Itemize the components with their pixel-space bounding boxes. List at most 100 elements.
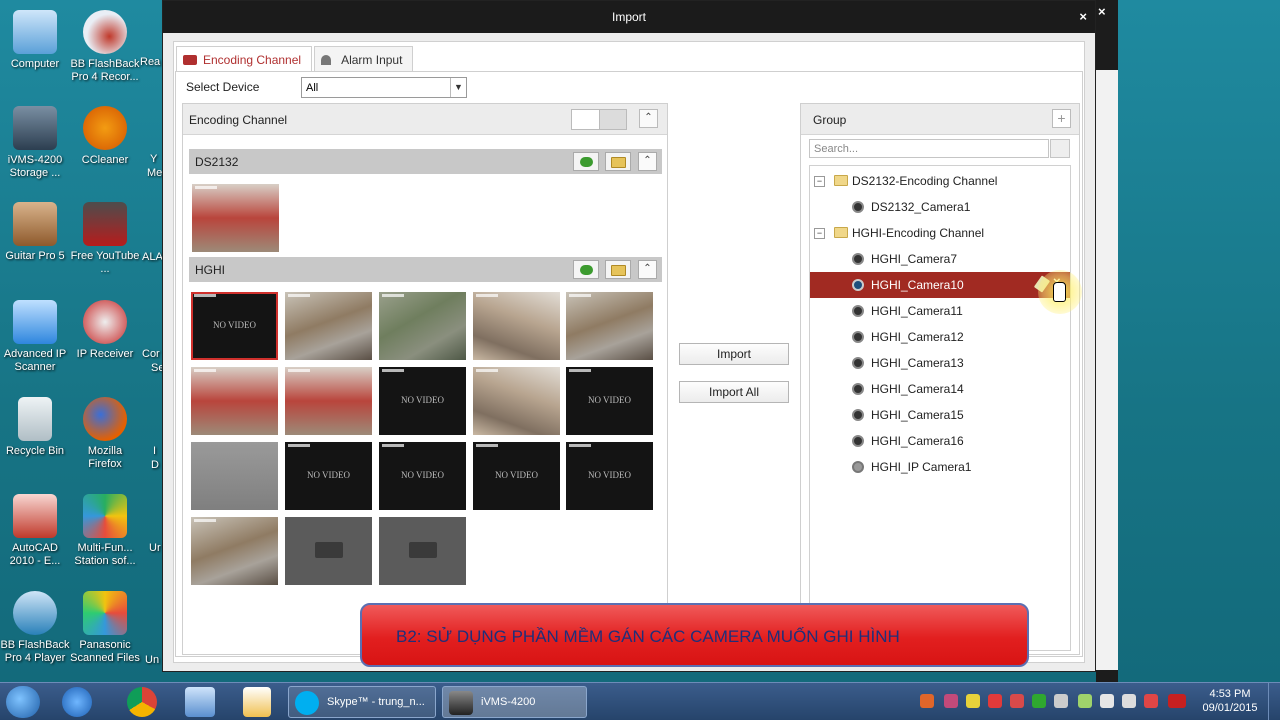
tree-item-camera-selected[interactable]: HGHI_Camera10 × — [810, 272, 1070, 298]
import-button[interactable]: Import — [679, 343, 789, 365]
chevron-down-icon[interactable]: ▼ — [450, 78, 466, 97]
tree-item-camera[interactable]: HGHI_Camera14 — [810, 376, 1070, 402]
folder-add-icon[interactable] — [605, 260, 631, 279]
channel-thumbnail[interactable] — [191, 517, 278, 585]
internet-explorer-icon[interactable] — [62, 687, 92, 717]
desktop-icon-panasonic[interactable]: Panasonic Scanned Files — [70, 591, 140, 665]
tree-label: HGHI_Camera15 — [871, 408, 964, 422]
tray-app-icon[interactable] — [1032, 694, 1046, 708]
desktop-icon-ivms-storage[interactable]: iVMS-4200 Storage ... — [0, 106, 70, 180]
tree-group-ds2132[interactable]: − DS2132-Encoding Channel — [810, 168, 1070, 194]
tray-app-icon[interactable] — [988, 694, 1002, 708]
taskbar-skype[interactable]: Skype™ - trung_n... — [288, 686, 436, 718]
network-icon[interactable] — [1078, 694, 1092, 708]
channel-thumbnail[interactable] — [192, 184, 279, 252]
control-panel-icon[interactable] — [185, 687, 215, 717]
desktop-icon-multifunction[interactable]: Multi-Fun... Station sof... — [70, 494, 140, 568]
folder-add-icon[interactable] — [605, 152, 631, 171]
tree-item-camera[interactable]: DS2132_Camera1 — [810, 194, 1070, 220]
tree-item-camera[interactable]: HGHI_Camera11 — [810, 298, 1070, 324]
channel-thumbnail[interactable]: NO VIDEO — [566, 367, 653, 435]
desktop-icon-ip-scanner[interactable]: Advanced IP Scanner — [0, 300, 70, 374]
channel-thumbnail[interactable] — [379, 292, 466, 360]
channel-thumbnail[interactable]: NO VIDEO — [379, 367, 466, 435]
channel-thumbnail[interactable] — [191, 442, 278, 510]
tray-app-icon[interactable] — [920, 694, 934, 708]
tree-label: HGHI_Camera12 — [871, 330, 964, 344]
list-view-icon[interactable] — [572, 110, 600, 129]
channel-thumbnail[interactable]: NO VIDEO — [473, 442, 560, 510]
tree-item-camera[interactable]: HGHI_Camera15 — [810, 402, 1070, 428]
tray-app-icon[interactable] — [944, 694, 958, 708]
tree-item-camera[interactable]: HGHI_Camera13 — [810, 350, 1070, 376]
tray-app-icon[interactable] — [1010, 694, 1024, 708]
tree-item-ip-camera[interactable]: HGHI_IP Camera1 — [810, 454, 1070, 480]
channel-thumbnail[interactable] — [379, 517, 466, 585]
channel-thumbnail[interactable] — [473, 292, 560, 360]
desktop-icon-flashback-player[interactable]: BB FlashBack Pro 4 Player — [0, 591, 70, 665]
tray-app-icon[interactable] — [1054, 694, 1068, 708]
desktop-icon-guitar-pro[interactable]: Guitar Pro 5 — [0, 202, 70, 263]
tray-app-icon[interactable] — [1122, 694, 1136, 708]
banner-text: B2: SỬ DỤNG PHẦN MỀM GÁN CÁC CAMERA MUỐN… — [396, 627, 900, 646]
close-icon[interactable]: × — [1079, 1, 1087, 33]
channel-thumbnail[interactable] — [566, 292, 653, 360]
channel-thumbnail[interactable] — [285, 367, 372, 435]
desktop-icon-autocad[interactable]: AutoCAD 2010 - E... — [0, 494, 70, 568]
volume-icon[interactable] — [1100, 694, 1114, 708]
desktop-icon-ip-receiver[interactable]: IP Receiver — [70, 300, 140, 361]
show-desktop-button[interactable] — [1268, 683, 1280, 720]
channel-thumbnail[interactable]: NO VIDEO — [379, 442, 466, 510]
collapse-all-icon[interactable]: ⌃ — [639, 109, 658, 128]
tab-alarm-input[interactable]: Alarm Input — [314, 46, 414, 72]
clock[interactable]: 4:53 PM 09/01/2015 — [1198, 687, 1262, 715]
start-button-icon[interactable] — [6, 686, 40, 718]
add-group-icon[interactable]: + — [1052, 109, 1071, 128]
tree-item-camera[interactable]: HGHI_Camera7 — [810, 246, 1070, 272]
folder-icon — [834, 175, 848, 186]
tree-item-camera[interactable]: HGHI_Camera12 — [810, 324, 1070, 350]
channel-thumbnail[interactable] — [285, 517, 372, 585]
desktop-icon-label: Multi-Fun... Station sof... — [74, 542, 136, 567]
refresh-icon[interactable] — [573, 152, 599, 171]
import-all-button[interactable]: Import All — [679, 381, 789, 403]
notes-app-icon[interactable] — [243, 687, 271, 717]
background-window-close-icon[interactable]: × — [1098, 4, 1106, 19]
grid-view-icon[interactable] — [599, 110, 626, 129]
desktop-icon-flashback-recorder[interactable]: BB FlashBack Pro 4 Recor... — [70, 10, 140, 84]
refresh-icon[interactable] — [573, 260, 599, 279]
camera-icon — [183, 55, 197, 65]
channel-thumbnail[interactable] — [473, 367, 560, 435]
tree-item-camera[interactable]: HGHI_Camera16 — [810, 428, 1070, 454]
group-panel: Group + Search... − DS2132-Encoding Chan… — [800, 103, 1080, 655]
desktop-icon-recycle-bin[interactable]: Recycle Bin — [0, 397, 70, 458]
device-bar-hghi[interactable]: HGHI ⌃ — [189, 257, 662, 282]
tray-app-icon[interactable] — [966, 694, 980, 708]
desktop-icon-ccleaner[interactable]: CCleaner — [70, 106, 140, 167]
taskbar-ivms[interactable]: iVMS-4200 — [442, 686, 587, 718]
camera-icon — [852, 357, 864, 369]
desktop-icon-firefox[interactable]: Mozilla Firefox — [70, 397, 140, 471]
group-search-input[interactable]: Search... — [809, 139, 1049, 158]
tray-app-icon[interactable] — [1168, 694, 1186, 708]
desktop-icon-computer[interactable]: Computer — [0, 10, 70, 71]
channel-thumbnail[interactable]: NO VIDEO — [191, 292, 278, 360]
channel-thumbnail[interactable] — [191, 367, 278, 435]
search-icon[interactable] — [1050, 139, 1070, 158]
collapse-icon[interactable]: ⌃ — [638, 152, 657, 171]
desktop-icon-free-youtube[interactable]: Free YouTube ... — [70, 202, 140, 276]
tab-encoding-channel[interactable]: Encoding Channel — [176, 46, 313, 72]
firefox-icon — [83, 397, 127, 441]
collapse-toggle-icon[interactable]: − — [814, 228, 825, 239]
device-bar-ds2132[interactable]: DS2132 ⌃ — [189, 149, 662, 174]
select-device-dropdown[interactable]: All ▼ — [301, 77, 467, 98]
channel-thumbnail[interactable]: NO VIDEO — [285, 442, 372, 510]
channel-thumbnail[interactable]: NO VIDEO — [566, 442, 653, 510]
channel-thumbnail[interactable] — [285, 292, 372, 360]
collapse-icon[interactable]: ⌃ — [638, 260, 657, 279]
tree-group-hghi[interactable]: − HGHI-Encoding Channel — [810, 220, 1070, 246]
collapse-toggle-icon[interactable]: − — [814, 176, 825, 187]
offline-camera-icon — [315, 542, 343, 558]
tray-app-icon[interactable] — [1144, 694, 1158, 708]
chrome-icon[interactable] — [127, 687, 157, 717]
